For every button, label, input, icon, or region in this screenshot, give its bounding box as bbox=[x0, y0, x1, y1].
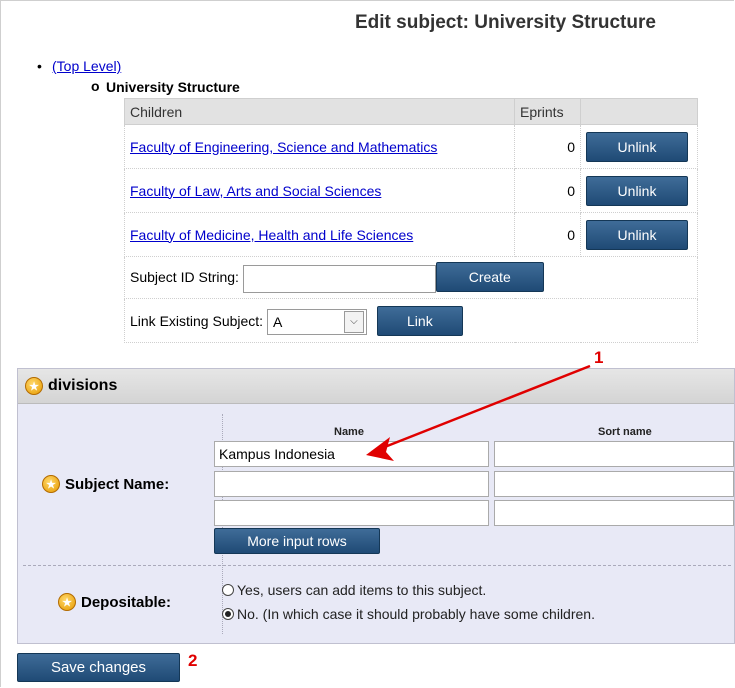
depositable-label: Depositable: bbox=[81, 593, 172, 611]
child-link[interactable]: Faculty of Law, Arts and Social Sciences bbox=[130, 183, 381, 199]
create-button[interactable]: Create bbox=[435, 262, 544, 293]
sort-name-input[interactable] bbox=[494, 500, 734, 526]
unlink-button[interactable]: Unlink bbox=[586, 131, 688, 162]
help-star-icon[interactable]: ★ bbox=[58, 593, 76, 611]
tree-current: o University Structure bbox=[91, 78, 240, 95]
link-subject-row: Link Existing Subject: A ⌵ Link bbox=[124, 298, 698, 343]
sort-name-input[interactable] bbox=[494, 441, 734, 467]
subject-id-input[interactable] bbox=[242, 264, 436, 293]
name-column-header: Name bbox=[334, 426, 364, 438]
help-star-icon[interactable]: ★ bbox=[25, 377, 43, 395]
help-star-icon[interactable]: ★ bbox=[42, 475, 60, 493]
row-divider bbox=[23, 565, 731, 566]
annotation-1: 1 bbox=[594, 348, 604, 367]
eprints-count: 0 bbox=[514, 212, 581, 257]
name-input[interactable] bbox=[214, 500, 489, 526]
radio-no[interactable] bbox=[222, 608, 234, 620]
radio-yes[interactable] bbox=[222, 584, 234, 596]
eprints-count: 0 bbox=[514, 124, 581, 169]
table-header-row: Children Eprints bbox=[124, 98, 698, 125]
table-row: Faculty of Medicine, Health and Life Sci… bbox=[124, 212, 698, 257]
sort-name-input[interactable] bbox=[494, 471, 734, 497]
create-subject-row: Subject ID String: Create bbox=[124, 256, 698, 299]
name-input[interactable] bbox=[214, 471, 489, 497]
bullet-icon: • bbox=[37, 58, 42, 74]
panel-header: ★ divisions bbox=[18, 369, 734, 404]
child-link[interactable]: Faculty of Engineering, Science and Math… bbox=[130, 139, 437, 155]
tree-top-level: • (Top Level) bbox=[37, 58, 121, 74]
more-input-rows-button[interactable]: More input rows bbox=[214, 528, 380, 554]
option-no[interactable]: No. (In which case it should probably ha… bbox=[222, 606, 595, 622]
subject-id-label: Subject ID String: bbox=[130, 269, 239, 286]
annotation-2: 2 bbox=[188, 651, 198, 670]
sort-name-column-header: Sort name bbox=[598, 426, 652, 438]
unlink-button[interactable]: Unlink bbox=[586, 175, 688, 206]
option-yes-label: Yes, users can add items to this subject… bbox=[237, 582, 487, 598]
unlink-button[interactable]: Unlink bbox=[586, 219, 688, 250]
name-input[interactable] bbox=[214, 441, 489, 467]
chevron-down-icon[interactable]: ⌵ bbox=[343, 310, 364, 333]
link-existing-label: Link Existing Subject: bbox=[130, 312, 264, 329]
table-row: Faculty of Law, Arts and Social Sciences… bbox=[124, 168, 698, 213]
actions-header bbox=[580, 98, 698, 125]
depositable-label-cell: ★ Depositable: bbox=[58, 593, 171, 611]
eprints-count: 0 bbox=[514, 168, 581, 213]
child-link[interactable]: Faculty of Medicine, Health and Life Sci… bbox=[130, 227, 413, 243]
children-table: Children Eprints Faculty of Engineering,… bbox=[124, 98, 698, 343]
link-button[interactable]: Link bbox=[376, 305, 463, 336]
save-changes-button[interactable]: Save changes bbox=[17, 653, 180, 682]
subject-name-label-cell: ★ Subject Name: bbox=[42, 475, 169, 493]
circle-bullet-icon: o bbox=[91, 78, 100, 94]
panel-title: divisions bbox=[48, 377, 118, 394]
divisions-panel: ★ divisions ★ Subject Name: Name Sort na… bbox=[17, 368, 735, 644]
option-yes[interactable]: Yes, users can add items to this subject… bbox=[222, 582, 486, 598]
children-header: Children bbox=[124, 98, 515, 125]
radio-selected-dot bbox=[225, 611, 231, 617]
page-title: Edit subject: University Structure bbox=[355, 12, 656, 33]
subject-name-label: Subject Name: bbox=[65, 475, 170, 493]
subject-select[interactable]: A ⌵ bbox=[266, 308, 367, 335]
top-level-link[interactable]: (Top Level) bbox=[52, 58, 121, 74]
eprints-header: Eprints bbox=[514, 98, 581, 125]
option-no-label: No. (In which case it should probably ha… bbox=[237, 606, 595, 622]
table-row: Faculty of Engineering, Science and Math… bbox=[124, 124, 698, 169]
current-subject-label: University Structure bbox=[106, 79, 240, 95]
subject-select-value: A bbox=[272, 313, 283, 330]
